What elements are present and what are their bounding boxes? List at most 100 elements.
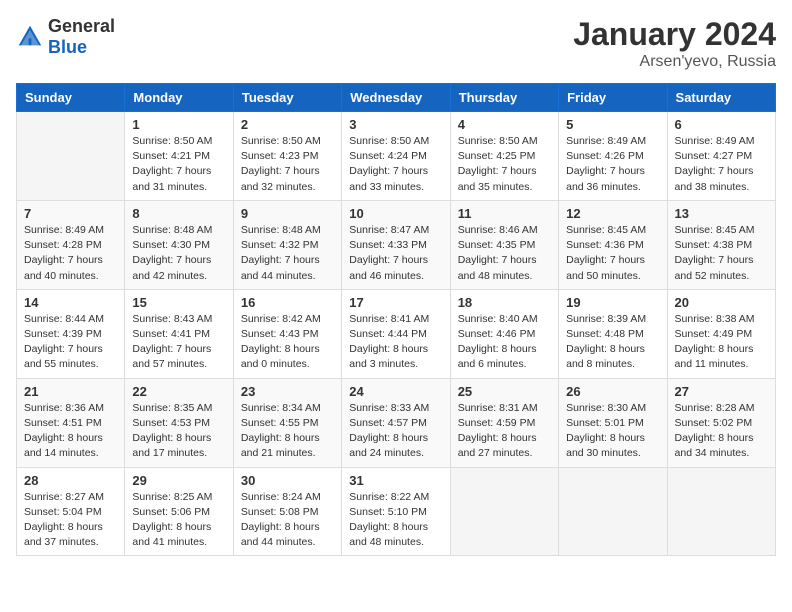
day-number: 13 [675, 206, 768, 221]
calendar-cell: 24Sunrise: 8:33 AM Sunset: 4:57 PM Dayli… [342, 378, 450, 467]
page-title: January 2024 [573, 16, 776, 53]
calendar-cell: 27 Sunrise: 8:28 AM Sunset: 5:02 PM Dayli… [667, 378, 775, 467]
day-info: Sunrise: 8:40 AM Sunset: 4:46 PM Dayligh… [458, 312, 551, 373]
calendar-cell: 1 Sunrise: 8:50 AM Sunset: 4:21 PM Daylig… [125, 112, 233, 201]
day-info: Sunrise: 8:49 AM Sunset: 4:28 PM Dayligh… [24, 223, 117, 284]
page-header: General Blue January 2024 Arsen'yevo, Ru… [16, 16, 776, 71]
day-info: Sunrise: 8:50 AM Sunset: 4:23 PM Dayligh… [241, 134, 334, 195]
day-info: Sunrise: 8:27 AM Sunset: 5:04 PM Dayligh… [24, 490, 117, 551]
weekday-header-tuesday: Tuesday [233, 84, 341, 112]
day-info: Sunrise: 8:28 AM Sunset: 5:02 PM Dayligh… [675, 401, 768, 462]
day-info: Sunrise: 8:25 AM Sunset: 5:06 PM Dayligh… [132, 490, 225, 551]
day-info: Sunrise: 8:50 AM Sunset: 4:24 PM Dayligh… [349, 134, 442, 195]
day-number: 14 [24, 295, 117, 310]
weekday-header-saturday: Saturday [667, 84, 775, 112]
calendar-cell: 15 Sunrise: 8:43 AM Sunset: 4:41 PM Dayli… [125, 289, 233, 378]
day-number: 29 [132, 473, 225, 488]
day-number: 15 [132, 295, 225, 310]
calendar-cell: 10 Sunrise: 8:47 AM Sunset: 4:33 PM Dayli… [342, 200, 450, 289]
calendar-cell: 9Sunrise: 8:48 AM Sunset: 4:32 PM Daylig… [233, 200, 341, 289]
calendar-cell: 3 Sunrise: 8:50 AM Sunset: 4:24 PM Daylig… [342, 112, 450, 201]
calendar-cell: 17 Sunrise: 8:41 AM Sunset: 4:44 PM Dayli… [342, 289, 450, 378]
calendar-cell: 4Sunrise: 8:50 AM Sunset: 4:25 PM Daylig… [450, 112, 558, 201]
day-info: Sunrise: 8:50 AM Sunset: 4:25 PM Dayligh… [458, 134, 551, 195]
calendar-cell: 21 Sunrise: 8:36 AM Sunset: 4:51 PM Dayli… [17, 378, 125, 467]
calendar-cell [450, 467, 558, 556]
day-number: 16 [241, 295, 334, 310]
day-number: 27 [675, 384, 768, 399]
calendar-cell: 18 Sunrise: 8:40 AM Sunset: 4:46 PM Dayli… [450, 289, 558, 378]
calendar-cell [559, 467, 667, 556]
day-number: 3 [349, 117, 442, 132]
day-number: 25 [458, 384, 551, 399]
day-info: Sunrise: 8:33 AM Sunset: 4:57 PM Dayligh… [349, 401, 442, 462]
calendar-cell: 30 Sunrise: 8:24 AM Sunset: 5:08 PM Dayli… [233, 467, 341, 556]
day-info: Sunrise: 8:45 AM Sunset: 4:38 PM Dayligh… [675, 223, 768, 284]
day-info: Sunrise: 8:41 AM Sunset: 4:44 PM Dayligh… [349, 312, 442, 373]
day-info: Sunrise: 8:36 AM Sunset: 4:51 PM Dayligh… [24, 401, 117, 462]
calendar-week-4: 21 Sunrise: 8:36 AM Sunset: 4:51 PM Dayli… [17, 378, 776, 467]
logo-blue: Blue [48, 37, 87, 57]
day-info: Sunrise: 8:44 AM Sunset: 4:39 PM Dayligh… [24, 312, 117, 373]
calendar-cell: 28 Sunrise: 8:27 AM Sunset: 5:04 PM Dayli… [17, 467, 125, 556]
calendar-cell: 16 Sunrise: 8:42 AM Sunset: 4:43 PM Dayli… [233, 289, 341, 378]
day-number: 2 [241, 117, 334, 132]
calendar-cell: 31Sunrise: 8:22 AM Sunset: 5:10 PM Dayli… [342, 467, 450, 556]
logo: General Blue [16, 16, 115, 58]
calendar-cell: 5Sunrise: 8:49 AM Sunset: 4:26 PM Daylig… [559, 112, 667, 201]
calendar-cell: 25 Sunrise: 8:31 AM Sunset: 4:59 PM Dayli… [450, 378, 558, 467]
calendar-week-1: 1 Sunrise: 8:50 AM Sunset: 4:21 PM Daylig… [17, 112, 776, 201]
calendar-cell [667, 467, 775, 556]
day-info: Sunrise: 8:35 AM Sunset: 4:53 PM Dayligh… [132, 401, 225, 462]
day-number: 5 [566, 117, 659, 132]
day-number: 20 [675, 295, 768, 310]
day-number: 6 [675, 117, 768, 132]
day-info: Sunrise: 8:45 AM Sunset: 4:36 PM Dayligh… [566, 223, 659, 284]
day-number: 10 [349, 206, 442, 221]
day-info: Sunrise: 8:49 AM Sunset: 4:27 PM Dayligh… [675, 134, 768, 195]
calendar-week-2: 7 Sunrise: 8:49 AM Sunset: 4:28 PM Daylig… [17, 200, 776, 289]
day-info: Sunrise: 8:43 AM Sunset: 4:41 PM Dayligh… [132, 312, 225, 373]
day-number: 11 [458, 206, 551, 221]
calendar-cell: 20Sunrise: 8:38 AM Sunset: 4:49 PM Dayli… [667, 289, 775, 378]
logo-general: General [48, 16, 115, 36]
weekday-header-monday: Monday [125, 84, 233, 112]
day-number: 7 [24, 206, 117, 221]
day-number: 1 [132, 117, 225, 132]
calendar-cell: 14 Sunrise: 8:44 AM Sunset: 4:39 PM Dayli… [17, 289, 125, 378]
weekday-header-sunday: Sunday [17, 84, 125, 112]
day-number: 28 [24, 473, 117, 488]
day-info: Sunrise: 8:42 AM Sunset: 4:43 PM Dayligh… [241, 312, 334, 373]
calendar-cell: 23Sunrise: 8:34 AM Sunset: 4:55 PM Dayli… [233, 378, 341, 467]
day-number: 21 [24, 384, 117, 399]
title-block: January 2024 Arsen'yevo, Russia [573, 16, 776, 71]
day-number: 22 [132, 384, 225, 399]
day-info: Sunrise: 8:24 AM Sunset: 5:08 PM Dayligh… [241, 490, 334, 551]
calendar-cell: 8Sunrise: 8:48 AM Sunset: 4:30 PM Daylig… [125, 200, 233, 289]
day-number: 12 [566, 206, 659, 221]
day-number: 31 [349, 473, 442, 488]
calendar-table: SundayMondayTuesdayWednesdayThursdayFrid… [16, 83, 776, 556]
day-info: Sunrise: 8:46 AM Sunset: 4:35 PM Dayligh… [458, 223, 551, 284]
calendar-cell: 7 Sunrise: 8:49 AM Sunset: 4:28 PM Daylig… [17, 200, 125, 289]
weekday-header-friday: Friday [559, 84, 667, 112]
logo-icon [16, 23, 44, 51]
day-info: Sunrise: 8:48 AM Sunset: 4:30 PM Dayligh… [132, 223, 225, 284]
day-info: Sunrise: 8:50 AM Sunset: 4:21 PM Dayligh… [132, 134, 225, 195]
calendar-week-5: 28 Sunrise: 8:27 AM Sunset: 5:04 PM Dayli… [17, 467, 776, 556]
day-number: 18 [458, 295, 551, 310]
day-info: Sunrise: 8:39 AM Sunset: 4:48 PM Dayligh… [566, 312, 659, 373]
day-info: Sunrise: 8:34 AM Sunset: 4:55 PM Dayligh… [241, 401, 334, 462]
calendar-cell: 11 Sunrise: 8:46 AM Sunset: 4:35 PM Dayli… [450, 200, 558, 289]
day-info: Sunrise: 8:30 AM Sunset: 5:01 PM Dayligh… [566, 401, 659, 462]
day-number: 17 [349, 295, 442, 310]
calendar-cell: 12 Sunrise: 8:45 AM Sunset: 4:36 PM Dayli… [559, 200, 667, 289]
calendar-cell [17, 112, 125, 201]
calendar-cell: 29 Sunrise: 8:25 AM Sunset: 5:06 PM Dayli… [125, 467, 233, 556]
day-number: 30 [241, 473, 334, 488]
day-info: Sunrise: 8:31 AM Sunset: 4:59 PM Dayligh… [458, 401, 551, 462]
weekday-header-wednesday: Wednesday [342, 84, 450, 112]
day-info: Sunrise: 8:48 AM Sunset: 4:32 PM Dayligh… [241, 223, 334, 284]
day-info: Sunrise: 8:47 AM Sunset: 4:33 PM Dayligh… [349, 223, 442, 284]
calendar-cell: 26Sunrise: 8:30 AM Sunset: 5:01 PM Dayli… [559, 378, 667, 467]
